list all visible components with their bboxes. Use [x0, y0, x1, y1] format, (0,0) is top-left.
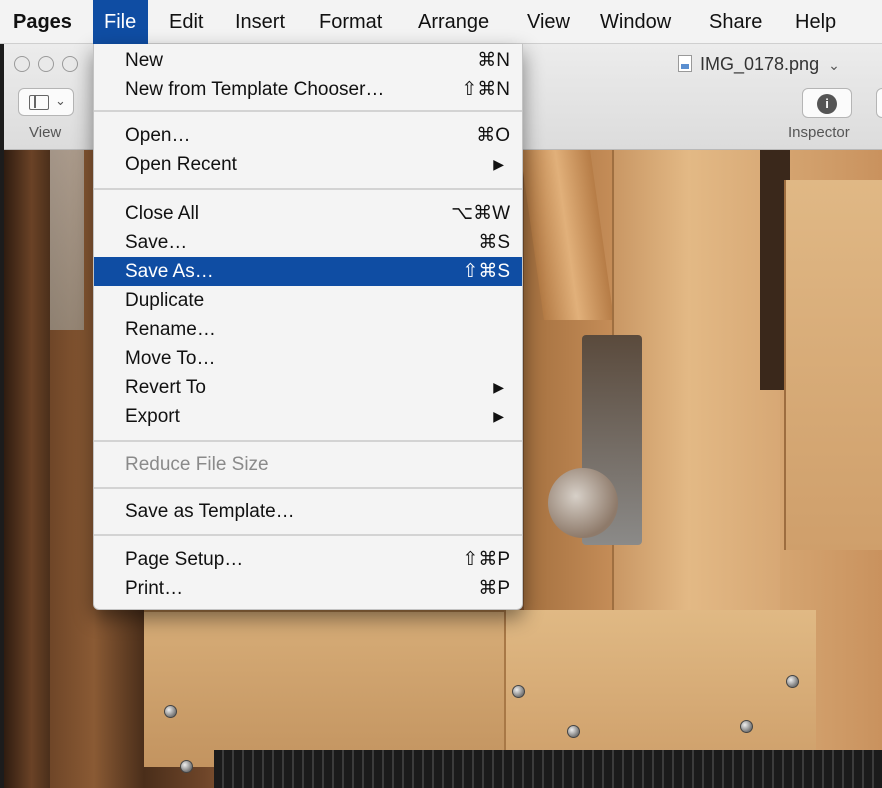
document-title-text: IMG_0178.png [700, 54, 820, 74]
view-button[interactable]: ⌄ [18, 88, 74, 116]
photo-screw [786, 675, 799, 688]
chevron-right-icon: ▶ [493, 156, 504, 172]
menu-separator [94, 534, 522, 536]
chevron-right-icon: ▶ [493, 408, 504, 424]
photo-window-light [44, 150, 84, 330]
photo-screw [567, 725, 580, 738]
menu-app-pages[interactable]: Pages [2, 0, 83, 44]
file-menu-dropdown: New ⌘N New from Template Chooser… ⇧⌘N Op… [93, 44, 523, 610]
menu-separator [94, 487, 522, 489]
menu-item-label: Reduce File Size [125, 454, 269, 475]
menu-item-shortcut: ⇧⌘P [462, 549, 510, 570]
menu-item-shortcut: ⇧⌘S [462, 261, 510, 282]
menu-item-shortcut: ⌥⌘W [451, 203, 510, 224]
view-label: View [29, 124, 62, 141]
menu-item-label: Close All [125, 203, 199, 224]
menu-item-print[interactable]: Print… ⌘P [94, 574, 522, 603]
photo-screw [512, 685, 525, 698]
menu-arrange[interactable]: Arrange [407, 0, 500, 44]
photo-screw [164, 705, 177, 718]
inspector-label: Inspector [788, 124, 850, 141]
menu-item-page-setup[interactable]: Page Setup… ⇧⌘P [94, 545, 522, 574]
menu-item-move-to[interactable]: Move To… [94, 344, 522, 373]
photo-screw [180, 760, 193, 773]
menu-item-shortcut: ⌘O [476, 125, 510, 146]
menu-item-export[interactable]: Export ▶ [94, 402, 522, 431]
menu-item-reduce-file-size: Reduce File Size [94, 450, 522, 479]
menu-item-label: Save… [125, 232, 188, 253]
menu-item-label: Move To… [125, 348, 216, 369]
menu-separator [94, 440, 522, 442]
menu-item-label: Revert To [125, 377, 206, 398]
chevron-right-icon: ▶ [493, 379, 504, 395]
menu-item-save-as[interactable]: Save As… ⇧⌘S [94, 257, 522, 286]
menu-item-label: Duplicate [125, 290, 205, 311]
menu-item-rename[interactable]: Rename… [94, 315, 522, 344]
menu-share[interactable]: Share [698, 0, 773, 44]
menu-item-label: New from Template Chooser… [125, 79, 385, 100]
sidebar-icon [29, 95, 49, 110]
menu-item-save-as-template[interactable]: Save as Template… [94, 497, 522, 526]
minimize-window-button[interactable] [38, 56, 54, 72]
close-window-button[interactable] [14, 56, 30, 72]
chevron-down-icon: ⌄ [55, 93, 66, 108]
photo-wood-frame-left [4, 150, 50, 788]
menu-view[interactable]: View [516, 0, 581, 44]
menu-item-revert-to[interactable]: Revert To ▶ [94, 373, 522, 402]
document-title[interactable]: IMG_0178.png ⌄ [678, 54, 840, 75]
zoom-window-button[interactable] [62, 56, 78, 72]
menu-item-label: Open… [125, 125, 191, 146]
menu-item-label: Open Recent [125, 154, 237, 175]
menu-item-label: New [125, 50, 164, 71]
menu-item-label: Export [125, 406, 180, 427]
menu-item-shortcut: ⌘S [478, 232, 510, 253]
menu-item-new-from-template[interactable]: New from Template Chooser… ⇧⌘N [94, 75, 522, 104]
menu-item-label: Save As… [125, 261, 214, 282]
menu-insert[interactable]: Insert [224, 0, 296, 44]
menu-help[interactable]: Help [784, 0, 847, 44]
menu-item-save[interactable]: Save… ⌘S [94, 228, 522, 257]
menu-item-duplicate[interactable]: Duplicate [94, 286, 522, 315]
photo-metal-hook [548, 468, 618, 538]
menu-item-label: Print… [125, 578, 184, 599]
photo-floor-grate [214, 750, 882, 788]
menu-item-label: Save as Template… [125, 501, 295, 522]
menu-item-open-recent[interactable]: Open Recent ▶ [94, 150, 522, 179]
menu-item-shortcut: ⌘N [477, 50, 510, 71]
menu-format[interactable]: Format [308, 0, 393, 44]
photo-wood-plank-bottom [144, 610, 524, 767]
menu-item-shortcut: ⇧⌘N [461, 79, 510, 100]
menu-item-label: Rename… [125, 319, 216, 340]
menu-bar: Pages File Edit Insert Format Arrange Vi… [0, 0, 882, 44]
info-icon: i [817, 94, 837, 114]
menu-window[interactable]: Window [589, 0, 682, 44]
menu-file[interactable]: File [93, 0, 148, 44]
menu-separator [94, 110, 522, 112]
menu-item-label: Page Setup… [125, 549, 244, 570]
menu-separator [94, 188, 522, 190]
menu-item-open[interactable]: Open… ⌘O [94, 121, 522, 150]
inspector-button[interactable]: i [802, 88, 852, 118]
png-file-icon [678, 55, 692, 72]
toolbar-button-partial[interactable] [876, 88, 882, 118]
menu-item-new[interactable]: New ⌘N [94, 46, 522, 75]
chevron-down-icon: ⌄ [828, 57, 840, 73]
menu-item-shortcut: ⌘P [478, 578, 510, 599]
photo-screw [740, 720, 753, 733]
menu-edit[interactable]: Edit [158, 0, 214, 44]
menu-item-close-all[interactable]: Close All ⌥⌘W [94, 199, 522, 228]
photo-wood-box-right [784, 180, 882, 550]
